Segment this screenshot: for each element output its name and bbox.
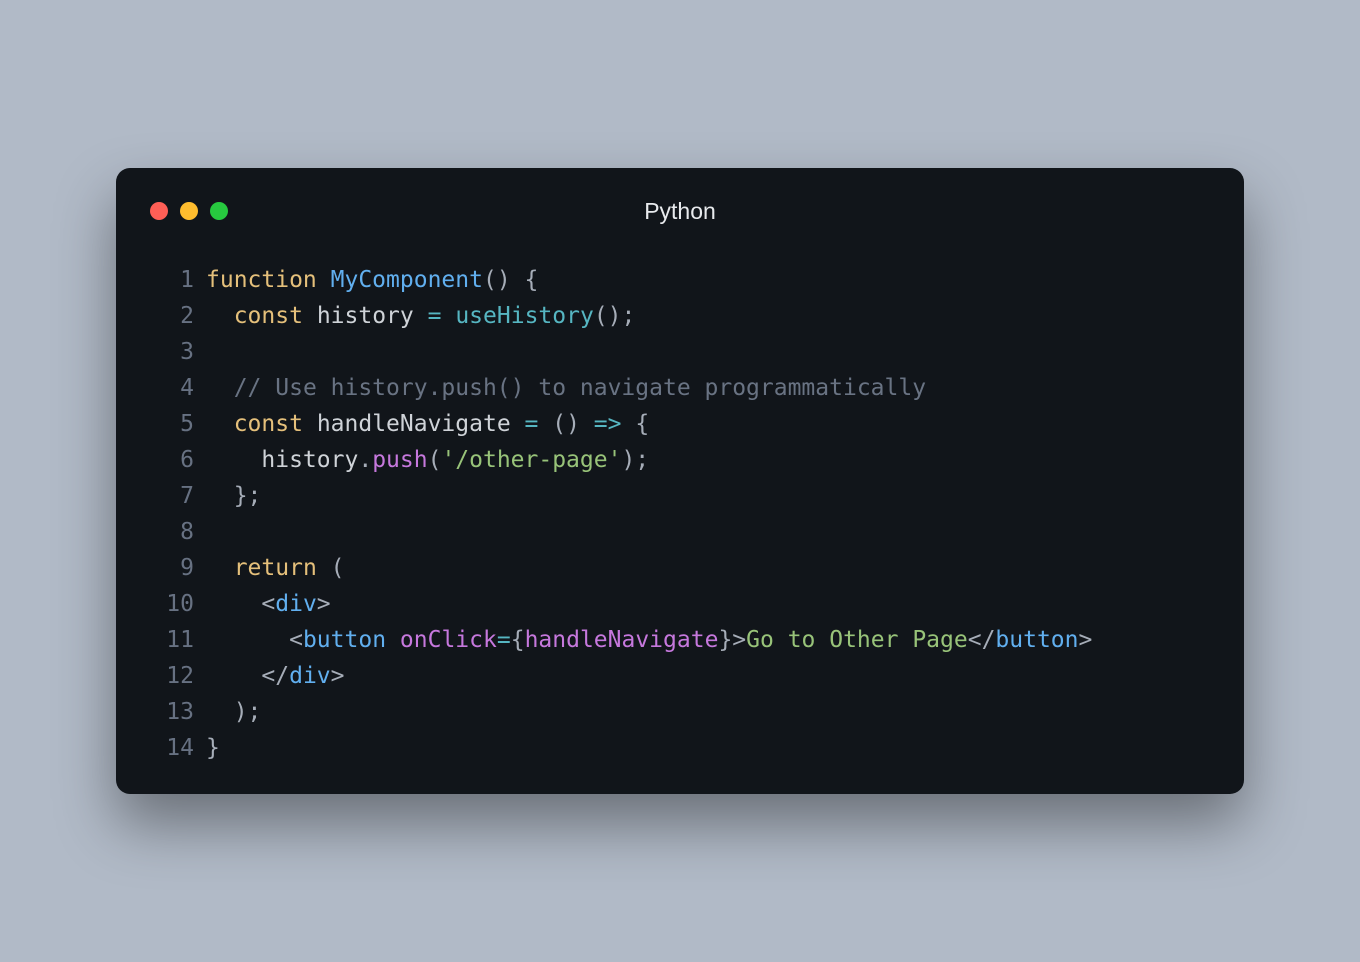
line-number: 7 xyxy=(148,478,194,514)
line-number: 2 xyxy=(148,298,194,334)
code-text: function MyComponent() { xyxy=(194,262,538,298)
code-line: 1function MyComponent() { xyxy=(148,262,1212,298)
line-number: 4 xyxy=(148,370,194,406)
line-number: 11 xyxy=(148,622,194,658)
code-line: 10 <div> xyxy=(148,586,1212,622)
traffic-lights xyxy=(150,202,228,220)
code-text: </div> xyxy=(194,658,345,694)
code-text: return ( xyxy=(194,550,345,586)
line-number: 6 xyxy=(148,442,194,478)
code-line: 14} xyxy=(148,730,1212,766)
code-line: 3 xyxy=(148,334,1212,370)
line-number: 12 xyxy=(148,658,194,694)
code-line: 2 const history = useHistory(); xyxy=(148,298,1212,334)
code-line: 13 ); xyxy=(148,694,1212,730)
code-line: 4 // Use history.push() to navigate prog… xyxy=(148,370,1212,406)
code-text: const handleNavigate = () => { xyxy=(194,406,649,442)
code-text: <div> xyxy=(194,586,331,622)
code-text: } xyxy=(194,730,220,766)
code-text xyxy=(194,334,206,370)
code-text: <button onClick={handleNavigate}>Go to O… xyxy=(194,622,1092,658)
close-icon[interactable] xyxy=(150,202,168,220)
code-window: Python 1function MyComponent() {2 const … xyxy=(116,168,1244,794)
line-number: 3 xyxy=(148,334,194,370)
code-line: 6 history.push('/other-page'); xyxy=(148,442,1212,478)
zoom-icon[interactable] xyxy=(210,202,228,220)
line-number: 8 xyxy=(148,514,194,550)
code-line: 5 const handleNavigate = () => { xyxy=(148,406,1212,442)
line-number: 10 xyxy=(148,586,194,622)
titlebar: Python xyxy=(148,192,1212,230)
code-text xyxy=(194,514,206,550)
line-number: 13 xyxy=(148,694,194,730)
line-number: 5 xyxy=(148,406,194,442)
code-line: 12 </div> xyxy=(148,658,1212,694)
code-text: // Use history.push() to navigate progra… xyxy=(194,370,926,406)
code-text: const history = useHistory(); xyxy=(194,298,635,334)
code-line: 7 }; xyxy=(148,478,1212,514)
line-number: 1 xyxy=(148,262,194,298)
minimize-icon[interactable] xyxy=(180,202,198,220)
code-line: 11 <button onClick={handleNavigate}>Go t… xyxy=(148,622,1212,658)
code-line: 9 return ( xyxy=(148,550,1212,586)
code-block: 1function MyComponent() {2 const history… xyxy=(148,262,1212,766)
code-text: history.push('/other-page'); xyxy=(194,442,649,478)
code-text: }; xyxy=(194,478,261,514)
window-title: Python xyxy=(644,198,716,225)
code-text: ); xyxy=(194,694,261,730)
line-number: 14 xyxy=(148,730,194,766)
line-number: 9 xyxy=(148,550,194,586)
code-line: 8 xyxy=(148,514,1212,550)
